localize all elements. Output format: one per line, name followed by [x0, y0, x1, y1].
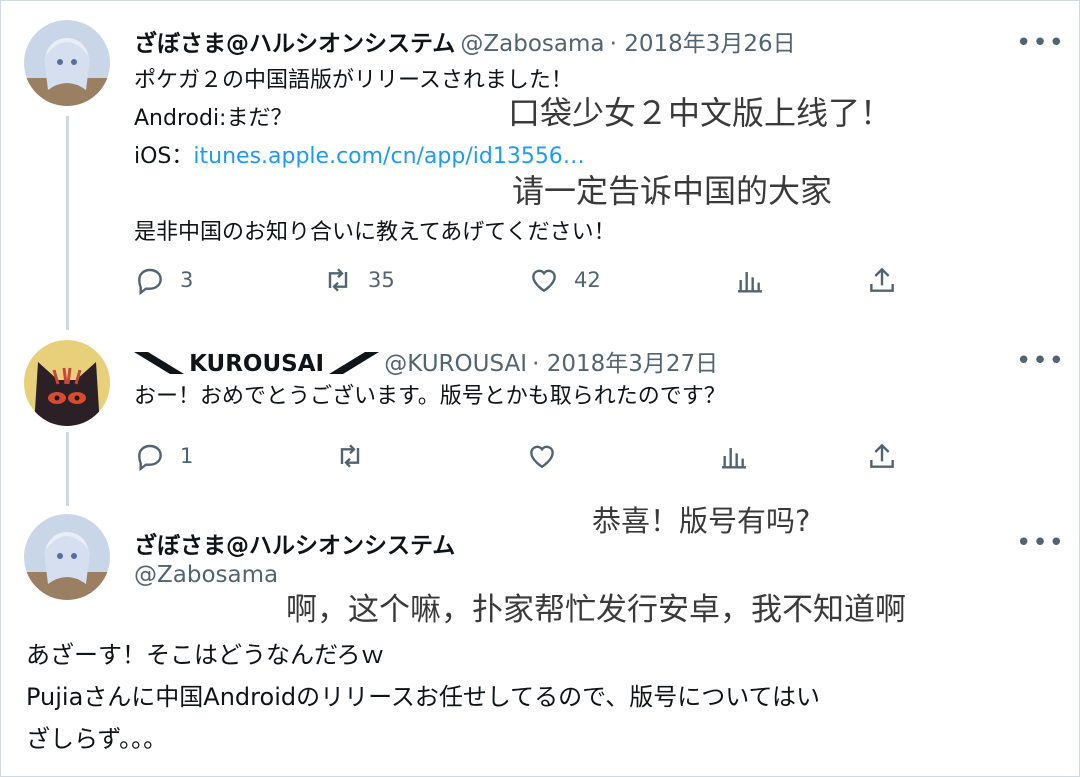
tweet-header: KUROUSAI @KUROUSAI · 2018年3月27日 [134, 344, 718, 378]
retweet-button[interactable] [334, 440, 366, 472]
like-count: 42 [574, 268, 601, 292]
like-icon [532, 269, 556, 293]
analytics-icon [722, 448, 746, 469]
share-button[interactable] [866, 264, 898, 296]
analytics-icon [738, 272, 762, 293]
logo-left-stripe-icon [134, 352, 184, 374]
tweet-header: ざぼさま@ハルシオンシステム @Zabosama · 2018年3月26日 [134, 24, 796, 58]
avatar[interactable] [24, 514, 110, 600]
avatar-image [24, 340, 110, 426]
logo-right-stripe-icon [329, 352, 380, 374]
share-icon [870, 443, 894, 468]
tweet-date[interactable]: 2018年3月26日 [624, 31, 795, 57]
share-icon [870, 267, 894, 292]
more-icon[interactable]: ••• [1016, 348, 1065, 374]
thread-line [66, 432, 69, 506]
tweet-line: Pujiaさんに中国Androidのリリースお任せしてるので、版号についてはい [26, 683, 821, 711]
avatar[interactable] [24, 20, 110, 106]
tweet-line: あざーす！そこはどうなんだろｗ [26, 641, 385, 669]
tweet-text: あざーす！そこはどうなんだろｗ Pujiaさんに中国Androidのリリースお任… [26, 634, 820, 760]
analytics-button[interactable] [718, 440, 750, 472]
retweet-button[interactable]: 35 [322, 264, 395, 296]
reply-count: 3 [180, 268, 194, 292]
more-icon[interactable]: ••• [1016, 530, 1065, 556]
retweet-icon [328, 268, 348, 292]
reply-count: 1 [180, 444, 194, 468]
reply-icon [138, 268, 162, 296]
reply-button[interactable]: 3 [134, 264, 193, 296]
author-handle[interactable]: @Zabosama [134, 562, 278, 588]
author-handle[interactable]: @Zabosama [460, 31, 604, 57]
ios-label: iOS： [134, 144, 194, 169]
annotation-text: 啊，这个嘛，扑家帮忙发行安卓，我不知道啊 [286, 592, 906, 628]
author-name[interactable]: KUROUSAI [189, 351, 324, 377]
avatar-image [24, 20, 110, 106]
retweet-count: 35 [368, 268, 395, 292]
separator-dot: · [609, 31, 625, 57]
author-name[interactable]: ざぼさま@ハルシオンシステム [134, 526, 455, 560]
like-button[interactable] [526, 440, 558, 472]
tweet-line: 是非中国のお知り合いに教えてあげてください！ [134, 220, 616, 245]
tweet-date[interactable]: 2018年3月27日 [547, 351, 718, 377]
retweet-icon [340, 444, 360, 468]
reply-button[interactable]: 1 [134, 440, 193, 472]
tweet-text: おー！おめでとうございます。版号とかも取られたのです？ [134, 384, 726, 409]
avatar-image [24, 514, 110, 600]
like-icon [530, 445, 554, 469]
thread-line [66, 116, 69, 330]
author-name[interactable]: ざぼさま@ハルシオンシステム [134, 31, 455, 57]
annotation-text: 请一定告诉中国的大家 [512, 172, 833, 210]
tweet-line: ざしらず。。。 [26, 725, 168, 753]
separator-dot: · [532, 351, 547, 377]
like-button[interactable]: 42 [528, 264, 601, 296]
share-button[interactable] [866, 440, 898, 472]
avatar[interactable] [24, 340, 110, 426]
reply-icon [138, 444, 162, 472]
analytics-button[interactable] [734, 264, 766, 296]
annotation-text: 恭喜！版号有吗? [592, 504, 811, 538]
author-handle[interactable]: @KUROUSAI [384, 351, 527, 377]
more-icon[interactable]: ••• [1016, 30, 1065, 56]
annotation-text: 口袋少女２中文版上线了！ [508, 94, 893, 132]
